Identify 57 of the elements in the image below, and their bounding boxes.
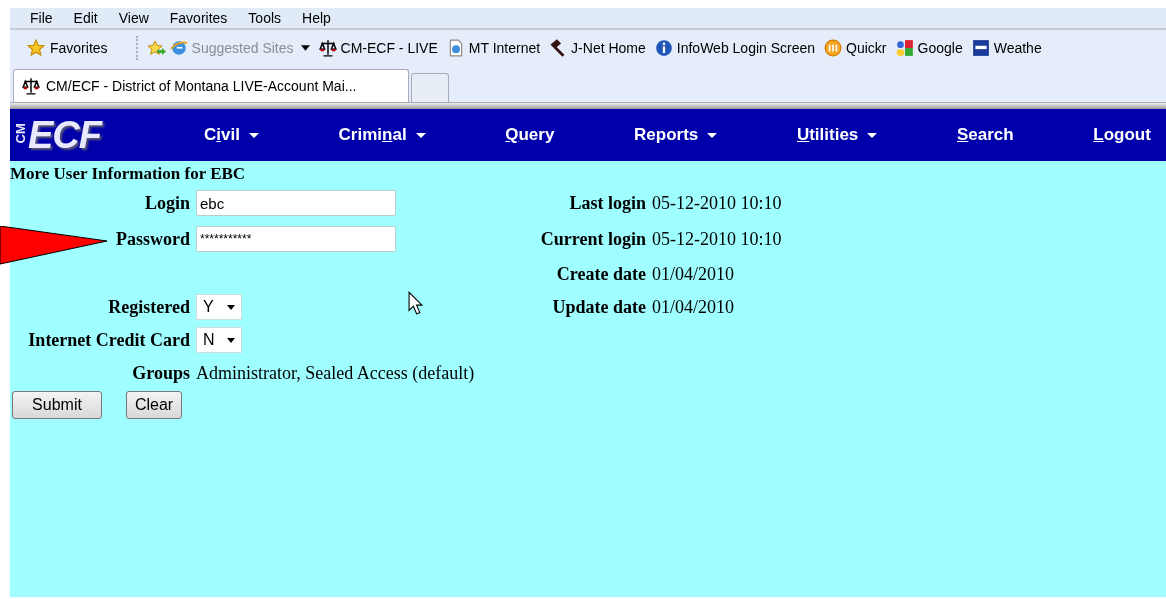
login-field[interactable]: ebc xyxy=(196,190,396,216)
scales-icon xyxy=(22,77,40,95)
menu-item[interactable]: File xyxy=(30,10,53,26)
menu-item[interactable]: View xyxy=(118,10,149,26)
caret-icon xyxy=(227,304,235,310)
groups-value: Administrator, Sealed Access (default) xyxy=(196,362,475,384)
field-label: Login xyxy=(144,192,190,214)
info-value: 05-12-2010 10:10 xyxy=(652,228,782,250)
info-label: Create date xyxy=(556,263,646,285)
form-button[interactable]: Clear xyxy=(126,391,182,419)
field-label: Internet Credit Card xyxy=(28,329,190,351)
password-field[interactable]: *********** xyxy=(196,226,396,252)
google-icon xyxy=(895,39,914,57)
page-title: More User Information for EBC xyxy=(10,163,247,185)
favorites-button[interactable]: Favorites xyxy=(27,39,108,57)
add-favorite-icon[interactable] xyxy=(147,39,166,57)
menu-item[interactable]: Help xyxy=(302,10,331,26)
info-value: 05-12-2010 10:10 xyxy=(652,192,782,214)
registered-select[interactable]: Y xyxy=(196,294,242,320)
circle-logo-icon xyxy=(824,39,843,57)
info-label: Current login xyxy=(540,228,646,250)
menu-item[interactable]: Edit xyxy=(73,10,98,26)
favorite-link[interactable]: Google xyxy=(895,39,963,57)
form-button[interactable]: Submit xyxy=(12,391,102,419)
mouse-cursor-icon xyxy=(408,291,423,315)
square-logo-icon xyxy=(971,39,990,57)
favorite-link[interactable]: CM-ECF - LIVE xyxy=(318,39,438,57)
nav-menu-link[interactable]: Utilities xyxy=(796,125,878,145)
field-label: Password xyxy=(116,228,190,250)
favorite-link[interactable]: InfoWeb Login Screen xyxy=(654,39,816,57)
menu-item[interactable]: Favorites xyxy=(169,10,228,26)
scales-icon xyxy=(318,39,337,57)
favorite-link[interactable]: J-Net Home xyxy=(549,39,646,57)
favorite-link[interactable]: Weathe xyxy=(971,39,1042,57)
nav-menu-link[interactable]: Logout xyxy=(1093,125,1151,145)
field-label: Groups xyxy=(132,362,190,384)
browser-tab[interactable] xyxy=(411,73,449,102)
nav-menu-link[interactable]: Reports xyxy=(634,125,718,145)
globe-e-icon xyxy=(169,39,188,57)
info-value: 01/04/2010 xyxy=(652,296,734,318)
info-icon xyxy=(654,39,673,57)
info-label: Last login xyxy=(569,192,646,214)
nav-menu-link[interactable]: Query xyxy=(505,125,555,145)
favorite-link[interactable]: Quickr xyxy=(824,39,887,57)
nav-menu-link[interactable]: Civil xyxy=(204,125,259,145)
nav-menu-link[interactable]: Search xyxy=(956,125,1014,145)
star-icon xyxy=(27,39,45,57)
favorite-link[interactable]: MT Internet xyxy=(446,39,541,57)
browser-tab[interactable]: CM/ECF - District of Montana LIVE-Account Mai... xyxy=(13,69,409,102)
info-value: 01/04/2010 xyxy=(652,263,734,285)
caret-icon xyxy=(227,337,235,343)
logo: CM ECF xyxy=(11,113,104,157)
credit-card-select[interactable]: N xyxy=(196,327,242,353)
nav-menu-link[interactable]: Criminal xyxy=(338,125,426,145)
info-label: Update date xyxy=(552,296,646,318)
menu-item[interactable]: Tools xyxy=(248,10,282,26)
field-label: Registered xyxy=(108,296,190,318)
